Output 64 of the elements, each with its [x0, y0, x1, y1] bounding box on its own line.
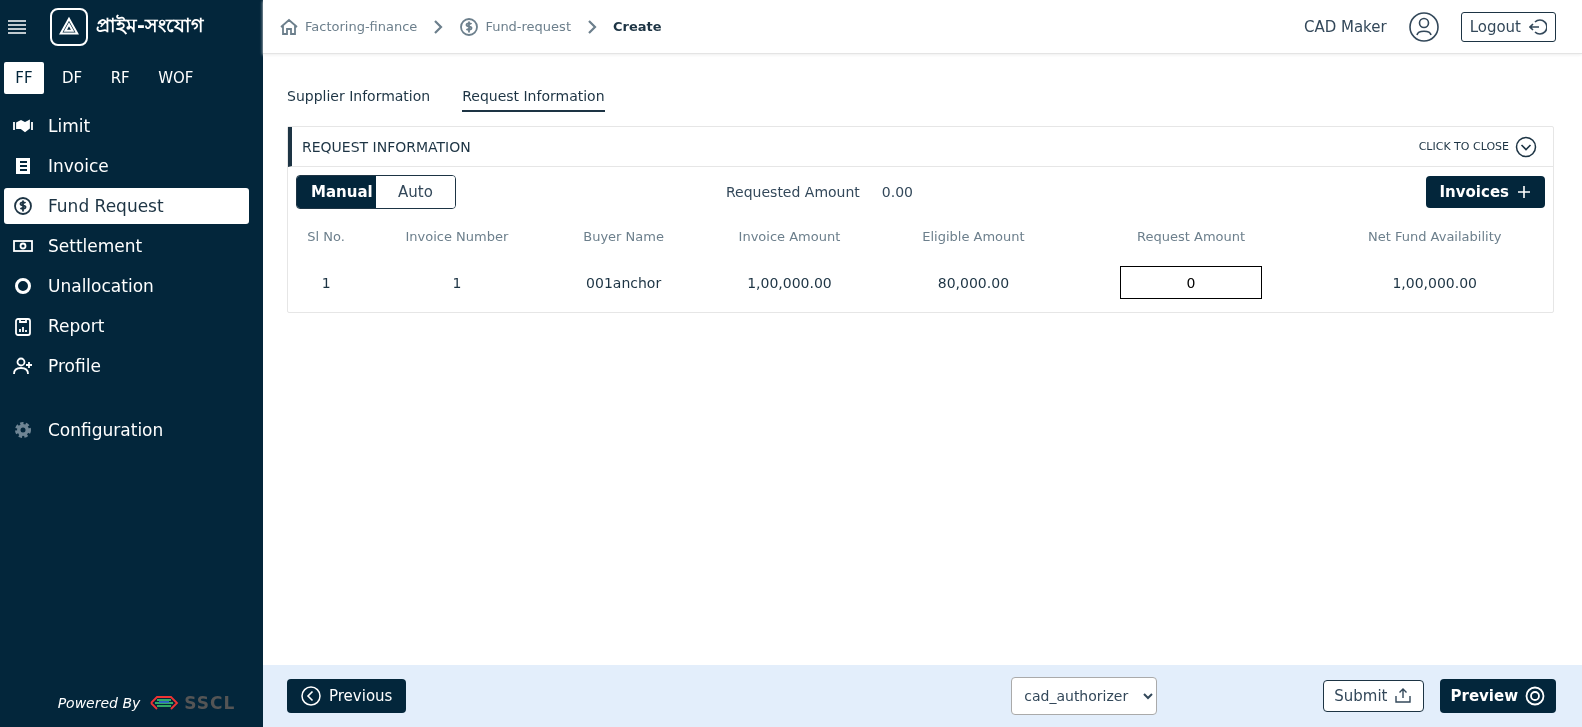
mode-toggle[interactable]: Manual	[297, 176, 376, 208]
sidebar-item[interactable]: Fund Request	[4, 188, 249, 224]
chevron-right-icon	[587, 19, 597, 34]
chevron-down-circle-icon	[1515, 135, 1537, 158]
table-cell-text: 1,00,000.00	[746, 273, 833, 293]
requested-amount-label: Requested Amount	[726, 184, 860, 200]
program-tab[interactable]: WOF	[148, 62, 204, 94]
brand-name: প্রাইম-সংযোগ	[96, 13, 203, 38]
gear-icon	[12, 420, 34, 440]
sidebar-item[interactable]: Unallocation	[4, 268, 249, 304]
rainbow-arrows-icon	[148, 695, 181, 711]
table-cell-text: 1	[451, 273, 463, 293]
table-cell-text: 1	[320, 273, 332, 293]
program-tab[interactable]: FF	[4, 62, 44, 94]
requested-amount-value: 0.00	[881, 184, 913, 200]
user-plus-icon	[12, 356, 34, 376]
column-header: Sl No.	[306, 228, 346, 246]
submit-button[interactable]: Submit	[1323, 680, 1425, 712]
column-header: Invoice Amount	[737, 228, 842, 246]
logo-icon	[50, 8, 88, 46]
exit-icon	[1529, 17, 1547, 36]
request-amount-input[interactable]: 0	[1120, 266, 1263, 299]
column-header: Request Amount	[1136, 228, 1247, 246]
powered-by-label: Powered By	[57, 695, 141, 711]
column-header: Eligible Amount	[921, 228, 1026, 246]
table-cell-text: 001anchor	[585, 273, 663, 293]
sidebar-item[interactable]: Configuration	[4, 412, 249, 448]
column-header: Net Fund Availability	[1367, 228, 1503, 246]
user-name: CAD Maker	[1303, 17, 1387, 36]
tab[interactable]: Supplier Information	[287, 84, 431, 112]
chevron-left-circle-icon	[301, 686, 321, 706]
previous-button[interactable]: Previous	[287, 679, 407, 713]
plus-icon	[1517, 185, 1531, 199]
preview-button[interactable]: Preview	[1440, 679, 1556, 713]
tab[interactable]: Request Information	[462, 84, 605, 112]
avatar-icon	[1408, 11, 1439, 42]
column-header: Buyer Name	[582, 228, 665, 246]
logout-button[interactable]: Logout	[1460, 11, 1556, 42]
sidebar-item[interactable]: Report	[4, 308, 249, 344]
ring-icon	[12, 276, 34, 296]
home-icon	[279, 16, 299, 37]
sidebar-item[interactable]: Settlement	[4, 228, 249, 264]
table-cell-text: 80,000.00	[936, 273, 1011, 293]
breadcrumb-link[interactable]: Factoring-finance	[305, 19, 418, 34]
dollar-circle-icon	[12, 196, 34, 216]
column-header: Invoice Number	[404, 228, 510, 246]
program-tab[interactable]: RF	[100, 62, 141, 94]
vendor-name: SSCL	[184, 693, 236, 713]
approver-select[interactable]: cad_authorizer	[1011, 677, 1158, 715]
sidebar-item[interactable]: Profile	[4, 348, 249, 384]
clipboard-chart-icon	[12, 316, 34, 336]
section-title: REQUEST INFORMATION	[302, 138, 471, 155]
sidebar-item[interactable]: Invoice	[4, 148, 249, 184]
dollar-circle-icon	[459, 16, 480, 37]
table-cell-text: 1,00,000.00	[1391, 273, 1479, 293]
sidebar-item[interactable]: Limit	[4, 108, 249, 144]
breadcrumb-link[interactable]: Fund-request	[485, 19, 571, 34]
collapse-toggle[interactable]: CLICK TO CLOSE	[1412, 134, 1543, 159]
breadcrumb-current: Create	[613, 19, 662, 34]
chevron-right-icon	[433, 19, 444, 34]
invoices-button[interactable]: Invoices	[1425, 176, 1545, 208]
program-tab[interactable]: DF	[52, 62, 93, 94]
upload-tray-icon	[1393, 687, 1414, 705]
menu-icon	[8, 20, 26, 34]
